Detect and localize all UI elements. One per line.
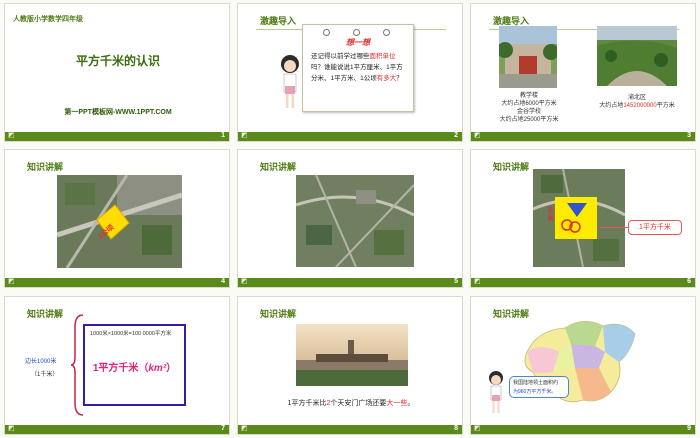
- caption-part: 大约占地: [599, 103, 624, 109]
- slide-number: 7: [221, 425, 225, 432]
- note-card: 想一想 还记得以前学过哪些面积单位吗？谁能说说1平方厘米、1平方分米、1平方米、…: [302, 24, 414, 112]
- slide-title: 平方千米的认识: [75, 54, 160, 68]
- slide-sorter-grid: 人教版小学数学四年级 平方千米的认识 第一PPT模板网-WWW.1PPT.COM…: [0, 0, 700, 438]
- ring-icon: [323, 29, 330, 36]
- speech-bubble: 我国陆地领土面积约 为960万平方千米。: [509, 376, 569, 398]
- slide-thumbnail-9[interactable]: 知识讲解 我国陆地领土面积约 为960万平方千米。 ◩ 9: [470, 296, 696, 435]
- slide-bar: ◩ 4: [5, 278, 229, 287]
- slide-bar: ◩ 2: [238, 132, 462, 141]
- question-part: ？: [396, 75, 403, 82]
- aerial-photo: [296, 175, 414, 267]
- slide-thumbnail-5[interactable]: 知识讲解 ◩ 5: [237, 149, 463, 288]
- ppt-icon: ◩: [8, 278, 15, 285]
- big-unit-label: 1平方千米（km²）: [85, 359, 184, 374]
- unit-part: ）: [166, 363, 177, 374]
- ppt-icon: ◩: [8, 425, 15, 432]
- caption-part: 个天安门广场还要: [330, 400, 387, 407]
- caption-part: 1平方千米比: [287, 400, 327, 407]
- slide-header: 知识讲解: [260, 162, 297, 172]
- ppt-icon: ◩: [474, 425, 481, 432]
- slide-thumbnail-2[interactable]: 激趣导入 想一想 还记得以前学过哪些面积单位吗？谁能说说1平方厘米、1平方分米、…: [237, 3, 463, 142]
- slide-bar: ◩ 6: [471, 278, 695, 287]
- slide-number: 5: [454, 278, 458, 285]
- girl-illustration: [489, 371, 503, 413]
- area-formula: 1000米×1000米=100 0000平方米: [90, 331, 172, 337]
- slide-header: 知识讲解: [27, 162, 64, 172]
- question-text: 还记得以前学过哪些面积单位吗？谁能说说1平方厘米、1平方分米、1平方米、1公顷有…: [311, 51, 407, 84]
- question-highlight: 有多大: [376, 75, 397, 82]
- callout-box: 1平方千米: [628, 220, 682, 235]
- slide-bar: ◩ 5: [238, 278, 462, 287]
- slide-number: 1: [221, 132, 225, 139]
- slide-thumbnail-6[interactable]: 知识讲解 1千米 1平方千米 ◩ 6: [470, 149, 696, 288]
- hill-photo: [597, 26, 677, 86]
- unit-part: 1平方千米（: [92, 363, 149, 374]
- side-length-label: 1千米: [546, 206, 552, 222]
- slide-header: 激趣导入: [260, 16, 297, 26]
- slide-bar: ◩ 8: [238, 425, 462, 434]
- slide-thumbnail-4[interactable]: 知识讲解 1公顷 ◩ 4: [4, 149, 230, 288]
- slide-header: 知识讲解: [260, 309, 297, 319]
- callout-pointer: [600, 227, 628, 228]
- school-caption: 教学楼 大约占地6000平方米 金谷学校 大约占地25000平方米: [479, 92, 579, 124]
- bubble-line: 我国陆地领土面积约: [513, 380, 559, 386]
- ppt-icon: ◩: [8, 132, 15, 139]
- caption-part: 平方米: [656, 103, 675, 109]
- caption-highlight: 1452000000: [623, 103, 657, 109]
- ppt-icon: ◩: [474, 278, 481, 285]
- ring-icon: [353, 29, 360, 36]
- slide-thumbnail-8[interactable]: 知识讲解 1平方千米比2个天安门广场还要大一些。 ◩ 8: [237, 296, 463, 435]
- slide-number: 4: [221, 278, 225, 285]
- girl-illustration: [281, 55, 299, 108]
- ppt-icon: ◩: [474, 132, 481, 139]
- district-caption: 渝北区 大约占地1452000000平方米: [581, 94, 693, 110]
- slide-number: 8: [454, 425, 458, 432]
- slide-bar: ◩ 1: [5, 132, 229, 141]
- caption-line: 大约占地6000平方米: [501, 101, 557, 107]
- slide-bar: ◩ 9: [471, 425, 695, 434]
- question-highlight: 面积单位: [369, 53, 396, 60]
- slide-thumbnail-1[interactable]: 人教版小学数学四年级 平方千米的认识 第一PPT模板网-WWW.1PPT.COM…: [4, 3, 230, 142]
- slide-thumbnail-3[interactable]: 激趣导入 教学楼 大约占地6000平方米 金谷学校 大约占地25000平方米 渝…: [470, 3, 696, 142]
- caption-line: 大约占地25000平方米: [499, 117, 559, 123]
- side-length-text: 边长1000米: [25, 359, 57, 365]
- comparison-caption: 1平方千米比2个天安门广场还要大一些。: [238, 398, 462, 408]
- footer-text: 第一PPT模板网-WWW.1PPT.COM: [64, 109, 172, 116]
- unit-symbol: km²: [148, 363, 167, 374]
- grade-label: 人教版小学数学四年级: [13, 16, 83, 23]
- caption-part: 。: [407, 400, 415, 407]
- ppt-icon: ◩: [241, 278, 248, 285]
- caption-line: 渝北区: [627, 95, 646, 101]
- square-photo: [296, 324, 408, 386]
- aerial-photo: [57, 175, 182, 268]
- slide-bar: ◩ 3: [471, 132, 695, 141]
- note-title: 想一想: [346, 38, 370, 47]
- slide-header: 知识讲解: [27, 309, 64, 319]
- ppt-icon: ◩: [241, 132, 248, 139]
- caption-line: 教学楼: [519, 93, 538, 99]
- bubble-line: 为960万平方千米。: [513, 389, 557, 395]
- slide-number: 6: [687, 278, 691, 285]
- school-photo: [499, 26, 557, 88]
- caption-highlight: 大一些: [386, 400, 408, 407]
- ppt-icon: ◩: [241, 425, 248, 432]
- slide-header: 知识讲解: [493, 162, 530, 172]
- square-km-box: 1000米×1000米=100 0000平方米 1平方千米（km²）: [83, 324, 186, 406]
- caption-line: 金谷学校: [516, 109, 541, 115]
- slide-number: 3: [687, 132, 691, 139]
- ring-icon: [383, 29, 390, 36]
- slide-bar: ◩ 7: [5, 425, 229, 434]
- side-length-km: （1千米）: [31, 372, 59, 378]
- slide-thumbnail-7[interactable]: 知识讲解 边长1000米 （1千米） 1000米×1000米=100 0000平…: [4, 296, 230, 435]
- slide-number: 2: [454, 132, 458, 139]
- caption-line: 大约占地1452000000平方米: [581, 102, 693, 110]
- question-part: 还记得以前学过哪些: [311, 53, 370, 60]
- slide-number: 9: [687, 425, 691, 432]
